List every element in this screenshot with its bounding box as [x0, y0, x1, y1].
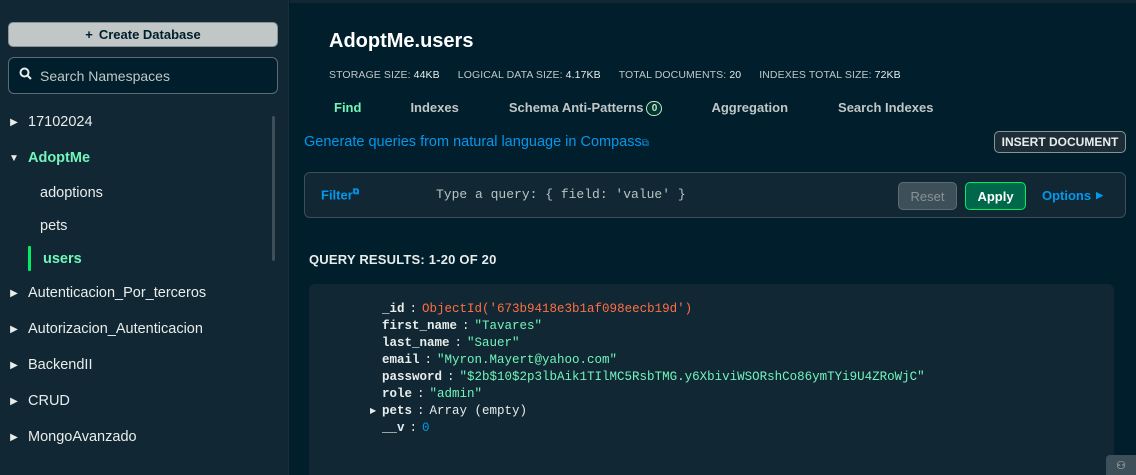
top-divider — [290, 0, 1136, 3]
caret-down-icon[interactable]: ▼ — [0, 153, 28, 164]
database-name: CRUD — [28, 393, 70, 409]
database-name: Autorizacion_Autenticacion — [28, 321, 203, 337]
natural-language-query-link[interactable]: Generate queries from natural language i… — [304, 134, 649, 150]
database-item-adoptme[interactable]: ▼ AdoptMe — [0, 140, 289, 176]
sidebar-scrollbar[interactable] — [272, 116, 275, 261]
search-namespaces-input[interactable] — [40, 67, 260, 84]
database-name: BackendII — [28, 357, 93, 373]
collection-item-adoptions[interactable]: adoptions — [0, 176, 289, 209]
tab-indexes[interactable]: Indexes — [410, 96, 458, 121]
reset-button[interactable]: Reset — [898, 182, 957, 210]
field-row-pets[interactable]: ▶ pets: Array (empty) — [370, 403, 925, 420]
field-row-password: password: "$2b$10$2p3lbAik1TIlMC5RsbTMG.y… — [382, 370, 925, 384]
expand-caret-icon[interactable]: ▶ — [370, 403, 376, 420]
database-item-mongoavanzado[interactable]: ▶ MongoAvanzado — [0, 419, 289, 455]
search-icon — [19, 67, 32, 85]
stat-logical-data-size: LOGICAL DATA SIZE: 4.17KB — [457, 69, 601, 81]
field-row-last-name: last_name: "Sauer" — [382, 336, 520, 350]
stat-total-documents: TOTAL DOCUMENTS: 20 — [618, 69, 742, 81]
field-row-v: __v:0 — [382, 421, 430, 435]
caret-right-icon: ▶ — [1096, 190, 1104, 200]
collection-name: pets — [40, 217, 68, 234]
database-item-backendii[interactable]: ▶ BackendII — [0, 347, 289, 383]
tab-schema-anti-patterns[interactable]: Schema Anti-Patterns 0 — [509, 96, 663, 121]
stat-indexes-size: INDEXES TOTAL SIZE: 72KB — [759, 69, 901, 81]
namespace-search[interactable] — [8, 57, 278, 94]
users-icon[interactable]: ⚇ — [1106, 455, 1136, 475]
caret-right-icon[interactable]: ▶ — [0, 288, 28, 299]
caret-right-icon[interactable]: ▶ — [0, 396, 28, 407]
find-content: Generate queries from natural language i… — [290, 121, 1136, 475]
plus-icon: + — [85, 27, 93, 42]
caret-right-icon[interactable]: ▶ — [0, 324, 28, 335]
insert-document-button[interactable]: INSERT DOCUMENT — [994, 131, 1126, 153]
database-name: Autenticacion_Por_terceros — [28, 285, 207, 301]
query-input[interactable] — [436, 187, 886, 202]
collection-stats: STORAGE SIZE: 44KB LOGICAL DATA SIZE: 4.… — [329, 69, 901, 81]
collection-item-pets[interactable]: pets — [0, 209, 289, 242]
field-row-id: _id: ObjectId('673b9418e3b1af098eecb19d') — [382, 302, 693, 316]
field-row-first-name: first_name: "Tavares" — [382, 319, 543, 333]
database-item-crud[interactable]: ▶ CRUD — [0, 383, 289, 419]
create-database-button[interactable]: + Create Database — [8, 22, 278, 47]
database-item-17102024[interactable]: ▶ 17102024 — [0, 104, 289, 140]
collection-title: AdoptMe.users — [329, 30, 474, 52]
database-item-autenticacion-por-terceros[interactable]: ▶ Autenticacion_Por_terceros — [0, 275, 289, 311]
sidebar: + Create Database ▶ 17102024 ▼ AdoptMe a… — [0, 0, 289, 475]
main-panel: AdoptMe.users STORAGE SIZE: 44KB LOGICAL… — [290, 0, 1136, 475]
caret-right-icon[interactable]: ▶ — [0, 360, 28, 371]
tab-find[interactable]: Find — [334, 96, 361, 121]
external-link-icon: ⧉ — [641, 138, 649, 149]
stat-storage-size: STORAGE SIZE: 44KB — [329, 69, 440, 81]
database-item-autorizacion-autenticacion[interactable]: ▶ Autorizacion_Autenticacion — [0, 311, 289, 347]
filter-link[interactable]: Filter⧉ — [321, 186, 359, 202]
create-database-label: Create Database — [98, 27, 201, 42]
caret-right-icon[interactable]: ▶ — [0, 117, 28, 128]
options-button[interactable]: Options ▶ — [1042, 188, 1103, 203]
collection-item-users[interactable]: users — [0, 242, 289, 275]
document-card[interactable]: _id: ObjectId('673b9418e3b1af098eecb19d')… — [309, 284, 1114, 475]
external-link-icon: ⧉ — [352, 186, 360, 196]
field-row-email: email: "Myron.Mayert@yahoo.com" — [382, 353, 618, 367]
field-row-role: role: "admin" — [382, 387, 483, 401]
query-results-count: QUERY RESULTS: 1-20 OF 20 — [309, 252, 497, 267]
database-name: AdoptMe — [28, 150, 91, 166]
database-name: 17102024 — [28, 114, 93, 130]
count-badge: 0 — [646, 101, 663, 116]
collection-name: adoptions — [40, 184, 103, 201]
caret-right-icon[interactable]: ▶ — [0, 432, 28, 443]
query-bar: Filter⧉ Reset Apply Options ▶ — [304, 172, 1126, 218]
collection-tabs: Find Indexes Schema Anti-Patterns 0 Aggr… — [290, 96, 1136, 121]
document-fields: _id: ObjectId('673b9418e3b1af098eecb19d')… — [370, 301, 925, 437]
namespace-tree: ▶ 17102024 ▼ AdoptMe adoptions pets user… — [0, 104, 289, 455]
tab-aggregation[interactable]: Aggregation — [711, 96, 788, 121]
active-indicator — [28, 246, 31, 271]
database-name: MongoAvanzado — [28, 429, 137, 445]
collection-name: users — [43, 250, 82, 267]
apply-button[interactable]: Apply — [965, 182, 1026, 210]
tab-search-indexes[interactable]: Search Indexes — [838, 96, 933, 121]
